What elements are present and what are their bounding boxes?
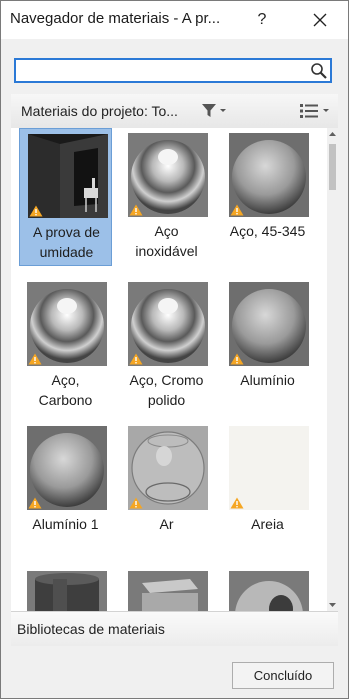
material-thumbnail <box>28 134 108 218</box>
scroll-down-arrow-icon[interactable] <box>327 598 338 611</box>
search-box[interactable] <box>14 58 332 83</box>
warning-icon <box>28 353 42 365</box>
material-name-line2: inoxidável <box>135 243 198 259</box>
material-name-line1: Aço, 45-345 <box>229 223 306 239</box>
title-bar: Navegador de materiais - A pr... ? <box>1 1 348 39</box>
material-name-line1: Alumínio 1 <box>32 516 99 532</box>
material-thumbnail <box>128 282 208 366</box>
warning-icon <box>129 497 143 509</box>
close-icon <box>313 13 327 27</box>
material-thumbnail <box>128 133 208 217</box>
material-thumbnail <box>27 282 107 366</box>
help-button[interactable]: ? <box>245 1 279 39</box>
material-thumbnail <box>229 571 309 611</box>
material-tile[interactable]: Alumínio 1 <box>19 421 112 559</box>
material-name-line1: Aço, <box>51 372 80 388</box>
material-thumbnail <box>229 426 309 510</box>
material-name: Alumínio <box>221 370 314 390</box>
warning-icon <box>129 204 143 216</box>
warning-icon <box>230 497 244 509</box>
close-button[interactable] <box>301 1 339 39</box>
material-tile[interactable]: Aço, 45-345 <box>221 128 314 266</box>
material-name: Ar <box>120 514 213 534</box>
material-tile[interactable]: Aço, Cromo polido <box>120 277 213 415</box>
scrollbar-thumb[interactable] <box>329 144 336 190</box>
view-options-icon[interactable] <box>299 102 331 120</box>
warning-icon <box>28 497 42 509</box>
material-tile[interactable]: A prova de umidade <box>19 128 112 266</box>
warning-icon <box>29 205 43 217</box>
search-icon[interactable] <box>310 62 328 80</box>
material-name-line1: Ar <box>159 516 174 532</box>
material-name: Aço, Carbono <box>19 370 112 410</box>
warning-icon <box>230 353 244 365</box>
material-thumbnail <box>229 133 309 217</box>
material-thumbnail <box>229 282 309 366</box>
material-thumbnail <box>27 571 107 611</box>
scroll-up-arrow-icon[interactable] <box>327 128 338 141</box>
material-name: Aço, 45-345 <box>221 221 314 241</box>
material-name-line2: Carbono <box>38 392 93 408</box>
material-tile[interactable]: Ar <box>120 421 213 559</box>
filter-bar: Materiais do projeto: To... <box>11 94 338 129</box>
warning-icon <box>129 353 143 365</box>
filter-label: Materiais do projeto: To... <box>21 103 178 119</box>
material-name: Areia <box>221 514 314 534</box>
material-tile[interactable] <box>19 566 112 611</box>
material-name-line1: A prova de <box>33 224 100 240</box>
material-libraries-bar[interactable]: Bibliotecas de materiais <box>11 611 338 646</box>
material-tile[interactable] <box>120 566 213 611</box>
material-libraries-label: Bibliotecas de materiais <box>17 621 165 637</box>
material-grid: Areia Ar Alumínio 1 Alumínio Aço, Cromo … <box>11 128 338 611</box>
material-thumbnail <box>27 426 107 510</box>
material-tile[interactable]: Aço inoxidável <box>120 128 213 266</box>
material-name-line1: Areia <box>251 516 284 532</box>
window-title: Navegador de materiais - A pr... <box>10 10 221 27</box>
material-name: A prova de umidade <box>20 222 113 262</box>
material-thumbnail <box>128 571 208 611</box>
material-tile[interactable]: Aço, Carbono <box>19 277 112 415</box>
material-browser-window: Navegador de materiais - A pr... ? Mater… <box>0 0 349 699</box>
material-tile[interactable] <box>221 566 314 611</box>
material-tile[interactable]: Areia <box>221 421 314 559</box>
material-name-line1: Aço, Cromo <box>129 372 204 388</box>
warning-icon <box>230 204 244 216</box>
material-name-line1: Alumínio <box>240 372 295 388</box>
filter-funnel-icon[interactable] <box>201 102 229 120</box>
material-name: Alumínio 1 <box>19 514 112 534</box>
search-input[interactable] <box>18 61 312 82</box>
vertical-scrollbar[interactable] <box>327 128 338 611</box>
material-name-line1: Aço <box>154 223 179 239</box>
material-name: Aço inoxidável <box>120 221 213 261</box>
material-name-line2: polido <box>147 392 186 408</box>
material-name: Aço, Cromo polido <box>120 370 213 410</box>
material-name-line2: umidade <box>39 244 94 260</box>
dialog-body: Materiais do projeto: To... Areia Ar Alu… <box>1 39 348 698</box>
done-button[interactable]: Concluído <box>232 662 334 689</box>
material-tile[interactable]: Alumínio <box>221 277 314 415</box>
material-thumbnail <box>128 426 208 510</box>
